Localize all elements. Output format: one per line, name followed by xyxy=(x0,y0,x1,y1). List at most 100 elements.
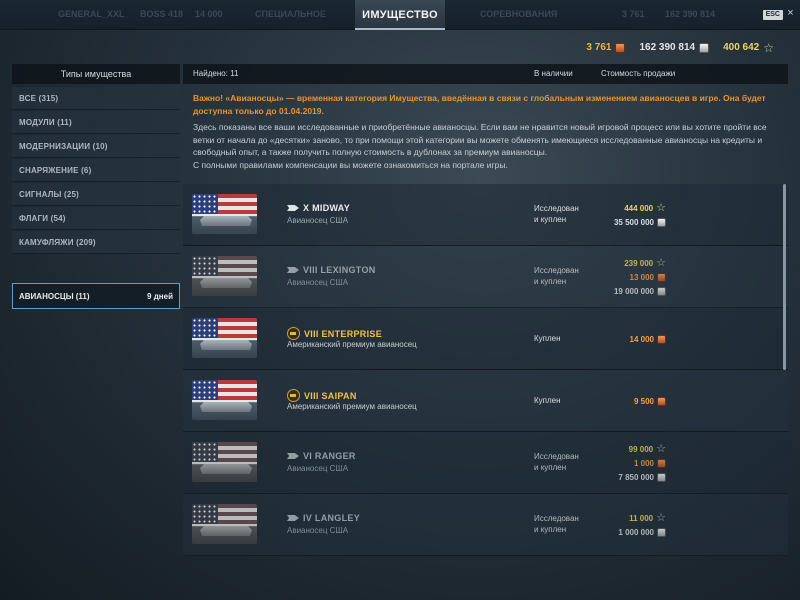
ship-status: Исследован и куплен xyxy=(534,451,579,473)
category-signals[interactable]: СИГНАЛЫ (25) xyxy=(12,183,180,206)
star-icon: ☆ xyxy=(656,512,666,524)
price-doubloons: 13 000 xyxy=(630,271,666,283)
free-xp-balance: 400 642 ☆ xyxy=(723,42,774,54)
star-icon: ☆ xyxy=(656,443,666,455)
credits-icon xyxy=(699,42,710,53)
ship-status: Исследован и куплен xyxy=(534,513,579,535)
background-item: BOSS 418 xyxy=(140,9,184,19)
credits-icon xyxy=(657,527,666,537)
background-item: 3 761 xyxy=(622,9,645,19)
price-value: 99 000 xyxy=(628,444,654,454)
carrier-class-icon xyxy=(287,453,299,459)
ship-image xyxy=(192,194,257,234)
category-modules[interactable]: МОДУЛИ (11) xyxy=(12,111,180,134)
ship-status: Куплен xyxy=(534,395,561,406)
price-credits: 1 000 000 xyxy=(618,526,666,538)
table-row[interactable]: VI RANGER Авианосец США Исследован и куп… xyxy=(183,432,788,494)
sell-prices: 11 000 ☆ 1 000 000 xyxy=(618,494,666,556)
background-item: 14 000 xyxy=(195,9,223,19)
price-value: 9 500 xyxy=(633,396,654,406)
doubloons-balance: 3 761 xyxy=(586,42,626,53)
category-all[interactable]: ВСЕ (315) xyxy=(12,87,180,110)
price-doubloons: 14 000 xyxy=(630,333,666,345)
table-row[interactable]: X MIDWAY Авианосец США Исследован и купл… xyxy=(183,184,788,246)
rules-text: С полными правилами компенсации вы может… xyxy=(193,159,508,170)
price-credits: 7 850 000 xyxy=(618,471,666,483)
list-header: Найдено: 11 В наличии Стоимость продажи xyxy=(183,64,788,84)
ship-subtitle: Американский премиум авианосец xyxy=(287,402,417,411)
price-xp: 444 000 ☆ xyxy=(624,202,666,214)
table-row[interactable]: VIII ENTERPRISE Американский премиум ави… xyxy=(183,308,788,370)
category-flags[interactable]: ФЛАГИ (54) xyxy=(12,207,180,230)
category-days-left: 9 дней xyxy=(147,291,173,301)
price-value: 19 000 000 xyxy=(613,286,654,296)
doubloons-icon xyxy=(657,272,666,282)
ship-name: VIII SAIPAN xyxy=(287,389,357,402)
sell-prices: 99 000 ☆ 1 000 7 850 000 xyxy=(618,432,666,494)
sell-prices: 9 500 xyxy=(634,370,666,432)
price-value: 239 000 xyxy=(624,258,654,268)
ship-name: VIII ENTERPRISE xyxy=(287,327,382,340)
doubloons-value: 3 761 xyxy=(586,42,612,53)
category-consumables[interactable]: СНАРЯЖЕНИЕ (6) xyxy=(12,159,180,182)
doubloons-icon xyxy=(657,334,666,344)
price-xp: 11 000 ☆ xyxy=(629,512,666,524)
found-count: Найдено: 11 xyxy=(193,69,239,78)
background-item: 162 390 814 xyxy=(665,9,716,19)
carrier-class-icon xyxy=(287,205,299,211)
background-item: СПЕЦИАЛЬНОЕ xyxy=(255,9,326,19)
ship-status: Исследован и куплен xyxy=(534,203,579,225)
esc-button[interactable]: ESC xyxy=(762,10,783,20)
price-credits: 35 500 000 xyxy=(614,216,666,228)
description-text: Здесь показаны все ваши исследованные и … xyxy=(193,122,767,157)
ship-subtitle: Авианосец США xyxy=(287,526,349,535)
category-aircraft-carriers[interactable]: АВИАНОСЦЫ (11) 9 дней xyxy=(12,283,180,309)
price-value: 1 000 xyxy=(633,458,654,468)
ship-name-text: X MIDWAY xyxy=(303,203,351,213)
category-list: ВСЕ (315) МОДУЛИ (11) МОДЕРНИЗАЦИИ (10) … xyxy=(12,87,180,255)
top-bar: GENERAL_XXL BOSS 418 14 000 СПЕЦИАЛЬНОЕ … xyxy=(0,0,800,30)
column-available: В наличии xyxy=(534,69,573,78)
table-row[interactable]: IV LANGLEY Авианосец США Исследован и ку… xyxy=(183,494,788,556)
ship-status: Куплен xyxy=(534,333,561,344)
ship-status: Исследован и куплен xyxy=(534,265,579,287)
price-value: 7 850 000 xyxy=(618,472,654,482)
sell-prices: 444 000 ☆ 35 500 000 xyxy=(614,184,666,246)
tab-inventory[interactable]: ИМУЩЕСТВО xyxy=(355,0,445,30)
ship-subtitle: Американский премиум авианосец xyxy=(287,340,417,349)
list-scrollbar[interactable] xyxy=(783,184,786,370)
doubloons-icon xyxy=(657,458,666,468)
premium-carrier-icon xyxy=(287,389,300,402)
status-line: и куплен xyxy=(534,277,567,286)
status-line: Куплен xyxy=(534,396,561,405)
category-upgrades[interactable]: МОДЕРНИЗАЦИИ (10) xyxy=(12,135,180,158)
ship-list: X MIDWAY Авианосец США Исследован и купл… xyxy=(183,184,788,556)
category-camouflages[interactable]: КАМУФЛЯЖИ (209) xyxy=(12,231,180,254)
status-line: Куплен xyxy=(534,334,561,343)
ship-image xyxy=(192,256,257,296)
credits-icon xyxy=(657,217,666,227)
ship-image xyxy=(192,504,257,544)
price-value: 11 000 xyxy=(629,513,654,523)
category-aircraft-carriers-label: АВИАНОСЦЫ (11) xyxy=(19,291,90,301)
credits-icon xyxy=(657,286,666,296)
sell-prices: 239 000 ☆ 13 000 19 000 000 xyxy=(614,246,666,308)
star-icon: ☆ xyxy=(656,257,666,269)
ship-image xyxy=(192,318,257,358)
ship-image xyxy=(192,380,257,420)
price-value: 35 500 000 xyxy=(613,217,654,227)
table-row[interactable]: VIII SAIPAN Американский премиум авианос… xyxy=(183,370,788,432)
table-row[interactable]: VIII LEXINGTON Авианосец США Исследован … xyxy=(183,246,788,308)
ship-name: X MIDWAY xyxy=(287,203,350,213)
status-line: и куплен xyxy=(534,215,567,224)
status-line: Исследован xyxy=(534,514,579,523)
ship-name-text: VIII LEXINGTON xyxy=(303,265,376,275)
ship-name-text: IV LANGLEY xyxy=(303,513,361,523)
credits-value: 162 390 814 xyxy=(639,42,696,53)
price-xp: 239 000 ☆ xyxy=(624,257,666,269)
price-value: 13 000 xyxy=(629,272,654,282)
free-xp-value: 400 642 xyxy=(723,42,760,53)
close-icon[interactable]: × xyxy=(785,8,796,19)
column-sell-price: Стоимость продажи xyxy=(601,69,676,78)
price-doubloons: 9 500 xyxy=(634,395,666,407)
